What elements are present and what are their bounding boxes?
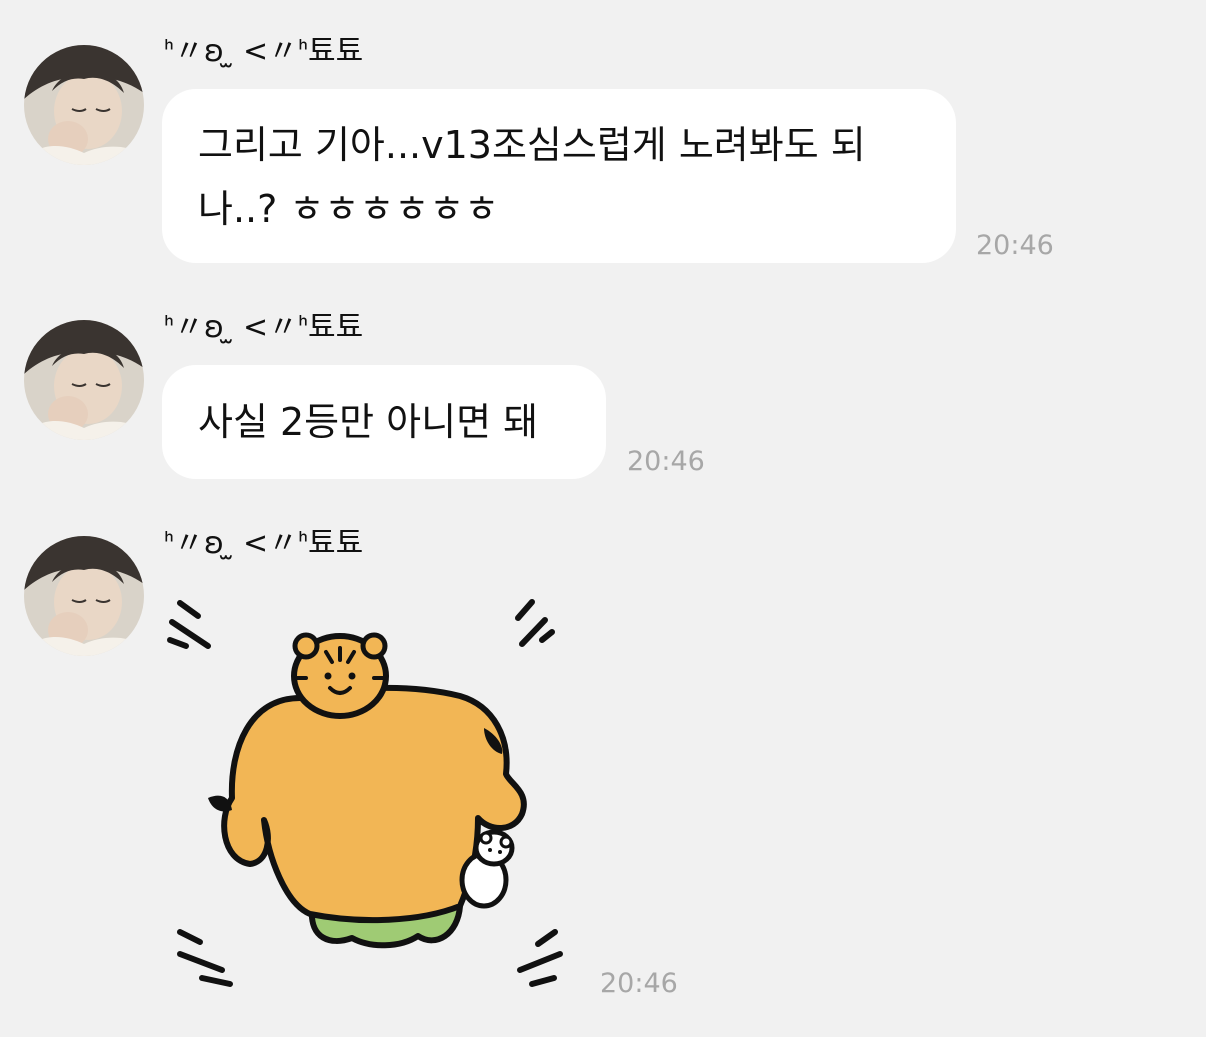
message-timestamp: 20:46 (600, 968, 678, 999)
avatar-photo (24, 320, 144, 440)
tiger-sticker[interactable] (160, 588, 580, 998)
message-bubble[interactable]: 그리고 기아...v13조심스럽게 노려봐도 되나..? ㅎㅎㅎㅎㅎㅎ (162, 89, 956, 263)
sender-avatar[interactable] (24, 45, 144, 165)
sender-avatar[interactable] (24, 536, 144, 656)
tiger-sticker-image (167, 599, 563, 987)
sender-name: ᑋ〃ʚ ̫ <〃ᑋ툐툐 (164, 526, 364, 561)
avatar-photo (24, 45, 144, 165)
sender-name: ᑋ〃ʚ ̫ <〃ᑋ툐툐 (164, 34, 364, 69)
avatar-photo (24, 536, 144, 656)
sender-name: ᑋ〃ʚ ̫ <〃ᑋ툐툐 (164, 310, 364, 345)
message-timestamp: 20:46 (976, 230, 1054, 261)
sender-avatar[interactable] (24, 320, 144, 440)
message-bubble[interactable]: 사실 2등만 아니면 돼 (162, 365, 606, 479)
message-timestamp: 20:46 (627, 446, 705, 477)
